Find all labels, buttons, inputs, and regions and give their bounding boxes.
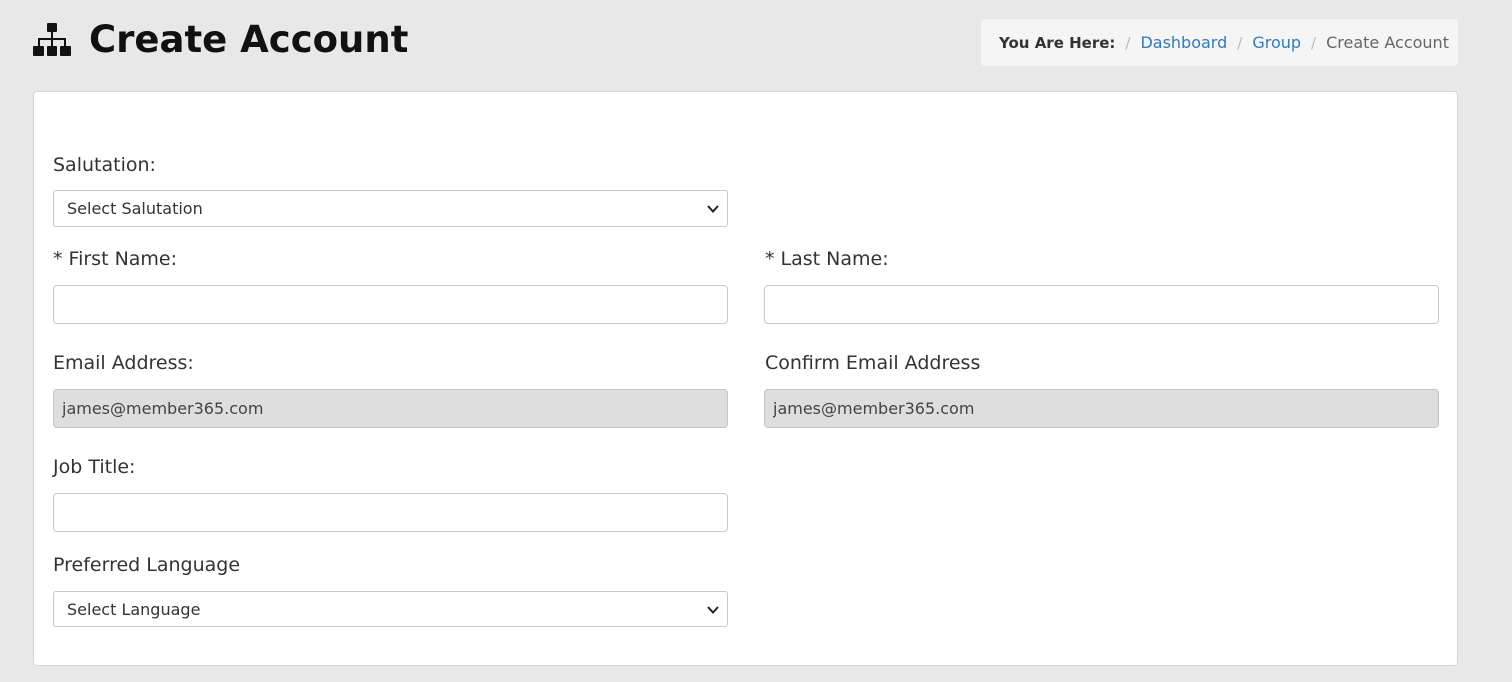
chevron-down-icon [707,606,719,614]
breadcrumb-link-group[interactable]: Group [1252,33,1301,52]
job-title-label: Job Title: [53,456,136,478]
confirm-email-field[interactable] [764,389,1439,428]
breadcrumb-separator: / [1311,33,1317,52]
last-name-label: * Last Name: [765,248,889,270]
language-select[interactable]: Select Language [53,591,728,627]
page-title: Create Account [89,18,409,61]
first-name-input[interactable] [53,285,728,324]
breadcrumb-separator: / [1237,33,1243,52]
breadcrumb-link-dashboard[interactable]: Dashboard [1140,33,1227,52]
first-name-label: * First Name: [53,248,178,270]
page-header: Create Account [33,16,408,64]
chevron-down-icon [707,205,719,213]
preferred-language-label: Preferred Language [53,554,241,576]
breadcrumb-current: Create Account [1326,33,1449,52]
salutation-label: Salutation: [53,154,156,176]
last-name-input[interactable] [764,285,1439,324]
confirm-email-label: Confirm Email Address [765,352,981,374]
job-title-input[interactable] [53,493,728,532]
create-account-form-panel: Salutation: Select Salutation * First Na… [33,91,1458,666]
breadcrumb-separator: / [1125,33,1131,52]
email-field[interactable] [53,389,728,428]
sitemap-icon [33,23,71,56]
salutation-select[interactable]: Select Salutation [53,190,728,227]
breadcrumb: You Are Here: / Dashboard / Group / Crea… [981,19,1458,66]
language-select-value: Select Language [67,599,201,619]
email-label: Email Address: [53,352,194,374]
salutation-select-value: Select Salutation [67,199,203,218]
breadcrumb-prefix: You Are Here: [999,33,1116,52]
